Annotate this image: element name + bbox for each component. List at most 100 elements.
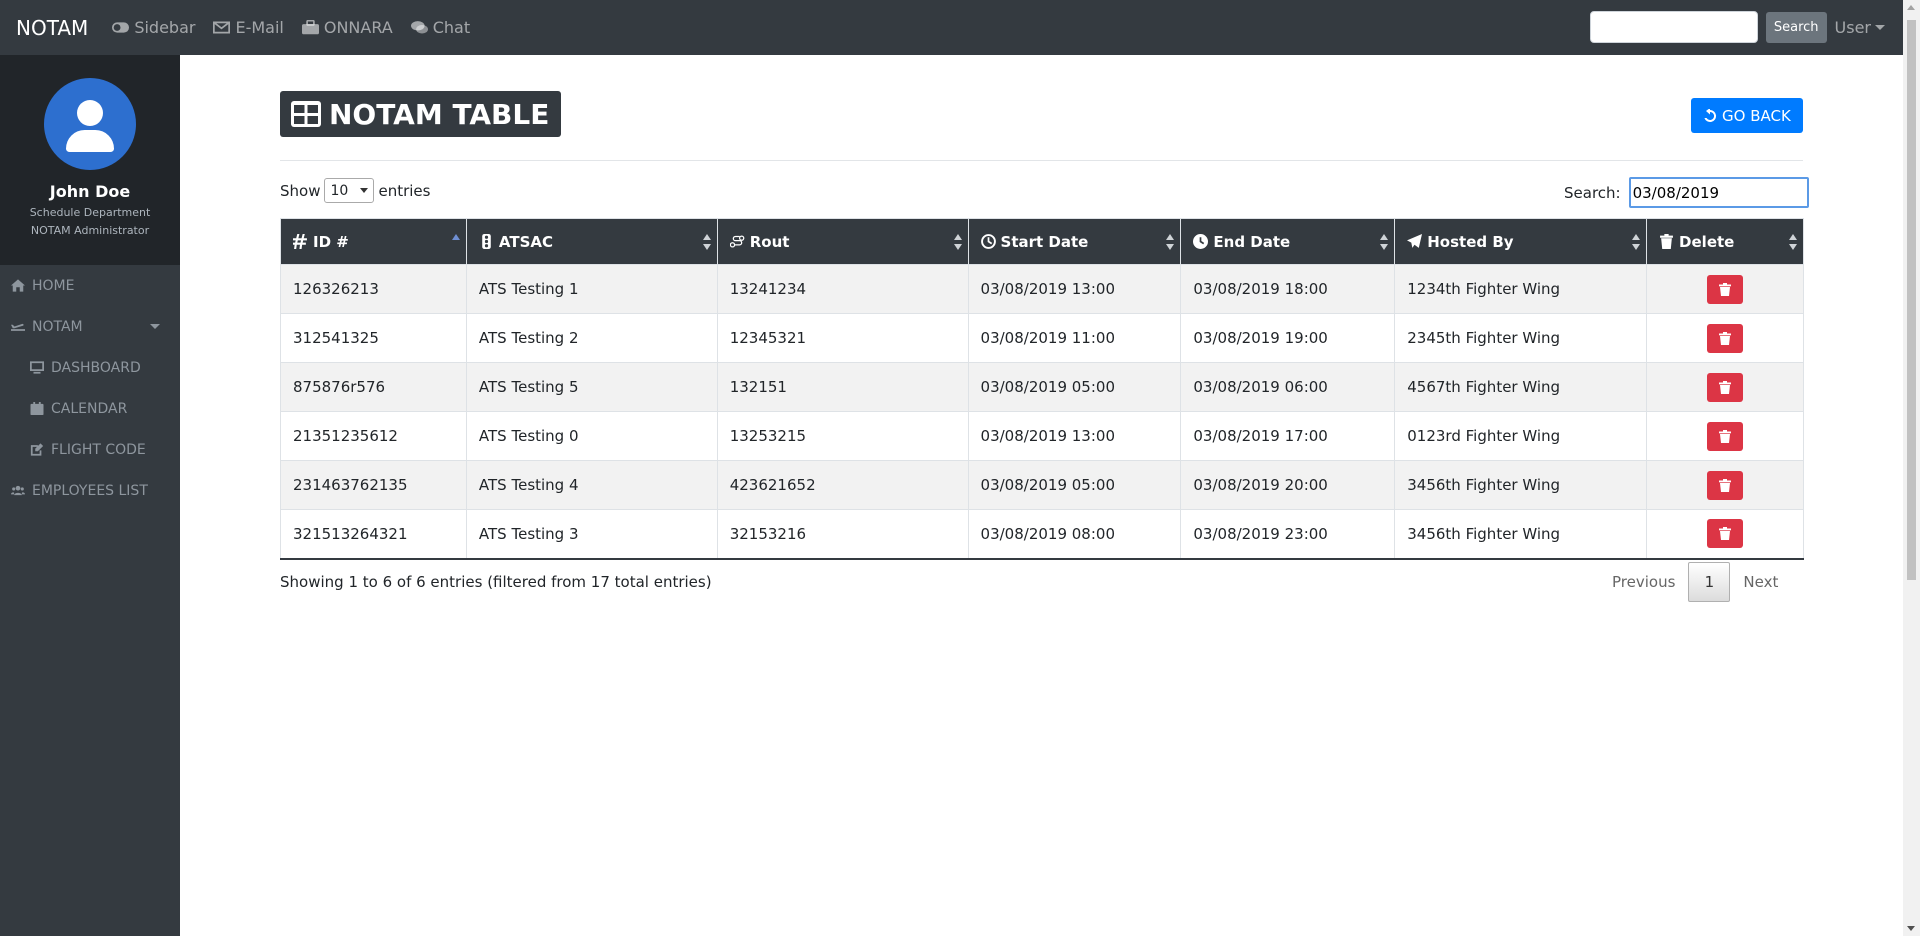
user-icon (77, 100, 103, 126)
delete-button[interactable] (1707, 519, 1744, 549)
profile-role: NOTAM Administrator (30, 224, 150, 237)
user-icon-body (66, 130, 114, 152)
nav-link-onnara[interactable]: ONNARA (301, 18, 393, 37)
sidebar-item-dashboard[interactable]: DASHBOARD (0, 347, 180, 388)
table-row: 321513264321 ATS Testing 3 32153216 03/0… (280, 509, 1804, 560)
cell-start-date: 03/08/2019 13:00 (967, 411, 1182, 461)
go-back-label: GO BACK (1722, 106, 1791, 125)
cell-rout: 32153216 (716, 509, 969, 560)
cell-rout: 13253215 (716, 411, 969, 461)
cell-rout: 12345321 (716, 313, 969, 363)
scroll-down-arrow-icon[interactable] (1907, 926, 1915, 931)
cell-rout: 13241234 (716, 264, 969, 314)
cell-start-date: 03/08/2019 13:00 (967, 264, 1182, 314)
table-row: 21351235612 ATS Testing 0 13253215 03/08… (280, 411, 1804, 461)
pagination-next[interactable]: Next (1730, 573, 1791, 591)
pagination-previous[interactable]: Previous (1599, 573, 1688, 591)
column-header-end-date[interactable]: End Date (1180, 218, 1396, 265)
cell-end-date: 03/08/2019 20:00 (1180, 460, 1396, 510)
cell-hosted-by: 3456th Fighter Wing (1394, 509, 1648, 560)
cell-rout: 132151 (716, 362, 969, 412)
column-header-label: Delete (1679, 232, 1735, 251)
divider (280, 160, 1803, 161)
cell-atsac: ATS Testing 2 (465, 313, 718, 363)
navbar-right: Search User (1589, 11, 1885, 43)
user-dropdown-label: User (1834, 17, 1871, 37)
cell-delete (1646, 411, 1804, 461)
entries-select-value: 10 (330, 182, 349, 199)
column-header-label: End Date (1213, 232, 1291, 251)
nav-link-sidebar[interactable]: Sidebar (112, 18, 195, 37)
brand-logo[interactable]: NOTAM (16, 16, 88, 40)
main-content: NOTAM TABLE GO BACK Show 10 entries Sear… (180, 55, 1903, 936)
briefcase-icon (301, 20, 319, 35)
table-filter: Search: (1564, 177, 1809, 208)
entries-label: entries (378, 181, 431, 200)
cell-atsac: ATS Testing 1 (465, 264, 718, 314)
sidebar-item-flight-code[interactable]: FLIGHT CODE (0, 429, 180, 470)
show-label: Show (280, 181, 321, 200)
cell-end-date: 03/08/2019 23:00 (1180, 509, 1396, 560)
column-header-label: ID # (313, 232, 349, 251)
avatar (44, 78, 136, 170)
monitor-icon (30, 361, 44, 374)
column-header-id[interactable]: ID # (280, 218, 467, 265)
scrollbar-thumb[interactable] (1907, 20, 1916, 580)
profile-panel: John Doe Schedule Department NOTAM Admin… (0, 55, 180, 265)
scroll-up-arrow-icon[interactable] (1907, 5, 1915, 10)
sidebar-item-calendar[interactable]: CALENDAR (0, 388, 180, 429)
table-row: 231463762135 ATS Testing 4 423621652 03/… (280, 460, 1804, 510)
edit-icon (30, 443, 44, 456)
sidebar-item-home[interactable]: HOME (0, 265, 180, 306)
pagination: Previous 1 Next (1599, 562, 1791, 602)
nav-link-chat[interactable]: Chat (410, 18, 470, 37)
delete-button[interactable] (1707, 372, 1744, 402)
cell-id: 21351235612 (280, 411, 467, 461)
go-back-button[interactable]: GO BACK (1691, 98, 1803, 133)
cell-delete (1646, 362, 1804, 412)
navbar-search-input[interactable] (1589, 11, 1758, 43)
clock-icon (980, 234, 996, 249)
profile-name: John Doe (49, 182, 131, 201)
sort-icon (1380, 234, 1389, 250)
cell-id: 231463762135 (280, 460, 467, 510)
page-scrollbar[interactable] (1903, 0, 1920, 936)
user-dropdown[interactable]: User (1835, 18, 1885, 37)
delete-button[interactable] (1707, 274, 1744, 304)
cell-delete (1646, 264, 1804, 314)
table-row: 312541325 ATS Testing 2 12345321 03/08/2… (280, 313, 1804, 363)
sidebar-item-notam[interactable]: NOTAM (0, 306, 180, 347)
sidebar-item-label: CALENDAR (51, 400, 128, 417)
home-icon (11, 279, 25, 292)
table-search-input[interactable] (1628, 177, 1809, 208)
column-header-delete[interactable]: Delete (1646, 218, 1804, 265)
navbar-search-button[interactable]: Search (1765, 11, 1827, 43)
cell-id: 312541325 (280, 313, 467, 363)
paper-plane-icon (1407, 234, 1423, 248)
cell-start-date: 03/08/2019 05:00 (967, 460, 1182, 510)
table-row: 875876r576 ATS Testing 5 132151 03/08/20… (280, 362, 1804, 412)
entries-select[interactable]: 10 (324, 178, 375, 203)
sidebar-item-employees-list[interactable]: EMPLOYEES LIST (0, 470, 180, 511)
delete-button[interactable] (1707, 470, 1744, 500)
chevron-down-icon (1875, 24, 1885, 30)
sort-icon (1789, 234, 1797, 250)
route-icon (729, 235, 745, 248)
column-header-atsac[interactable]: ATSAC (465, 218, 718, 265)
pagination-page-current[interactable]: 1 (1688, 562, 1731, 602)
sort-asc-icon (451, 234, 460, 250)
cell-hosted-by: 3456th Fighter Wing (1394, 460, 1648, 510)
traffic-light-icon (482, 234, 491, 249)
column-header-rout[interactable]: Rout (716, 218, 969, 265)
cell-id: 126326213 (280, 264, 467, 314)
cell-end-date: 03/08/2019 17:00 (1180, 411, 1396, 461)
search-label: Search: (1564, 183, 1621, 202)
column-header-start-date[interactable]: Start Date (967, 218, 1182, 265)
column-header-hosted-by[interactable]: Hosted By (1394, 218, 1648, 265)
cell-atsac: ATS Testing 3 (465, 509, 718, 560)
delete-button[interactable] (1707, 323, 1744, 353)
nav-link-email[interactable]: E-Mail (213, 18, 284, 37)
delete-button[interactable] (1707, 421, 1744, 451)
cell-end-date: 03/08/2019 06:00 (1180, 362, 1396, 412)
clock-icon (1193, 234, 1209, 249)
